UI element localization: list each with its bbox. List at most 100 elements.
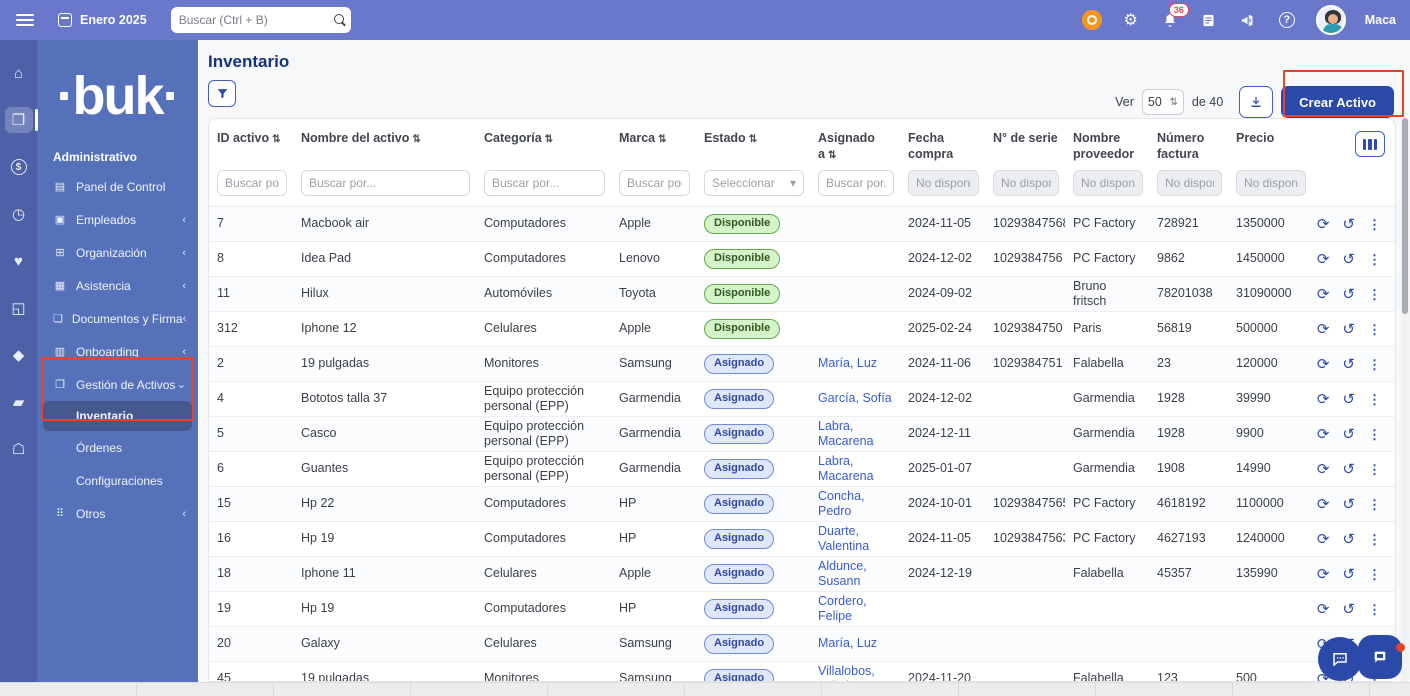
history-icon[interactable]: ↺ (1342, 602, 1355, 617)
filter-select-estado[interactable]: Seleccionar ▾ (704, 170, 804, 197)
sidebar-item--rdenes[interactable]: Órdenes (37, 431, 198, 464)
settings-gear-icon[interactable]: ⚙ (1121, 10, 1141, 30)
history-icon[interactable]: ↺ (1342, 532, 1355, 547)
history-icon[interactable]: ↺ (1342, 252, 1355, 267)
education-icon[interactable]: ◆ (5, 342, 33, 368)
filter-input-marca[interactable] (619, 170, 690, 197)
kebab-icon[interactable]: ⋮ (1368, 323, 1381, 336)
period-selector[interactable]: Enero 2025 (58, 13, 147, 27)
sync-icon[interactable]: ⟳ (1317, 392, 1330, 407)
history-icon[interactable]: ↺ (1342, 427, 1355, 442)
sort-icon[interactable]: ⇅ (658, 134, 666, 145)
sidebar-item-organizaci-n[interactable]: ⊞ Organización ‹ (37, 236, 198, 269)
assigned-person-link[interactable]: García, Sofía (818, 391, 892, 405)
filter-input-asignado-a[interactable] (818, 170, 894, 197)
asset-management-icon[interactable]: ❐ (4, 107, 38, 133)
kebab-icon[interactable]: ⋮ (1368, 218, 1381, 231)
sync-icon[interactable]: ⟳ (1317, 322, 1330, 337)
recording-icon[interactable] (1081, 10, 1102, 30)
support-widget-button[interactable] (1358, 635, 1405, 679)
sync-icon[interactable]: ⟳ (1317, 602, 1330, 617)
assigned-person-link[interactable]: Concha, Pedro (818, 489, 865, 519)
history-icon[interactable]: ↺ (1342, 497, 1355, 512)
filter-input-categor-a[interactable] (484, 170, 605, 197)
sync-icon[interactable]: ⟳ (1317, 287, 1330, 302)
sort-icon[interactable]: ⇅ (749, 134, 757, 145)
help-icon[interactable]: ? (1277, 10, 1297, 30)
assigned-person-link[interactable]: Villalobos, Valeria (818, 664, 875, 681)
column-settings-button[interactable] (1355, 131, 1385, 157)
sync-icon[interactable]: ⟳ (1317, 567, 1330, 582)
announcements-megaphone-icon[interactable] (1238, 10, 1258, 30)
history-icon[interactable]: ↺ (1342, 287, 1355, 302)
history-icon[interactable]: ↺ (1342, 567, 1355, 582)
notifications-bell-icon[interactable]: 36 (1160, 3, 1189, 30)
download-button[interactable] (1239, 86, 1274, 118)
kebab-icon[interactable]: ⋮ (1368, 498, 1381, 511)
hamburger-menu-icon[interactable] (16, 14, 34, 26)
page-size-select[interactable]: 50 ⇅ (1141, 89, 1184, 115)
filter-input-id-activo[interactable] (217, 170, 287, 197)
sync-icon[interactable]: ⟳ (1317, 462, 1330, 477)
col-header-marca[interactable]: Marca ⇅ (611, 119, 696, 164)
sidebar-item-configuraciones[interactable]: Configuraciones (37, 464, 198, 497)
sidebar-item-empleados[interactable]: ▣ Empleados ‹ (37, 203, 198, 236)
kebab-icon[interactable]: ⋮ (1368, 463, 1381, 476)
sidebar-item-asistencia[interactable]: ▦ Asistencia ‹ (37, 269, 198, 302)
assigned-person-link[interactable]: María, Luz (818, 356, 877, 370)
global-search[interactable] (170, 7, 351, 33)
time-icon[interactable]: ◷ (5, 201, 33, 227)
search-input[interactable] (178, 13, 334, 27)
vertical-scrollbar-thumb[interactable] (1402, 118, 1408, 314)
history-icon[interactable]: ↺ (1342, 462, 1355, 477)
col-header-id-activo[interactable]: ID activo ⇅ (209, 119, 293, 164)
col-header-estado[interactable]: Estado ⇅ (696, 119, 810, 164)
sort-icon[interactable]: ⇅ (828, 150, 836, 161)
kebab-icon[interactable]: ⋮ (1368, 603, 1381, 616)
sidebar-item-onboarding[interactable]: ▥ Onboarding ‹ (37, 335, 198, 368)
chat-widget-button[interactable] (1318, 637, 1362, 681)
assigned-person-link[interactable]: Labra, Macarena (818, 419, 874, 449)
user-name[interactable]: Maca (1365, 13, 1396, 27)
home-icon[interactable]: ⌂ (5, 60, 33, 86)
assigned-person-link[interactable]: Cordero, Felipe (818, 594, 867, 624)
assigned-person-link[interactable]: María, Luz (818, 636, 877, 650)
kebab-icon[interactable]: ⋮ (1368, 568, 1381, 581)
files-icon[interactable]: ▰ (5, 389, 33, 415)
user-avatar[interactable] (1315, 5, 1346, 35)
filter-button[interactable] (208, 80, 236, 107)
filter-input-nombre-del-activo[interactable] (301, 170, 470, 197)
history-icon[interactable]: ↺ (1342, 322, 1355, 337)
sidebar-item-documentos-y-firma[interactable]: ❏ Documentos y Firma ‹ (37, 302, 198, 335)
sync-icon[interactable]: ⟳ (1317, 427, 1330, 442)
assigned-person-link[interactable]: Duarte, Valentina (818, 524, 869, 554)
kebab-icon[interactable]: ⋮ (1368, 533, 1381, 546)
sidebar-item-otros[interactable]: ⠿ Otros ‹ (37, 497, 198, 530)
col-header-asignado-a[interactable]: Asignado a ⇅ (810, 119, 900, 164)
sort-icon[interactable]: ⇅ (412, 134, 420, 145)
notes-icon[interactable] (1199, 10, 1219, 30)
sort-icon[interactable]: ⇅ (545, 134, 553, 145)
assigned-person-link[interactable]: Aldunce, Susann (818, 559, 867, 589)
sync-icon[interactable]: ⟳ (1317, 497, 1330, 512)
assigned-person-link[interactable]: Labra, Macarena (818, 454, 874, 484)
history-icon[interactable]: ↺ (1342, 392, 1355, 407)
col-header-categor-a[interactable]: Categoría ⇅ (476, 119, 611, 164)
sync-icon[interactable]: ⟳ (1317, 357, 1330, 372)
sort-icon[interactable]: ⇅ (272, 134, 280, 145)
kebab-icon[interactable]: ⋮ (1368, 288, 1381, 301)
kebab-icon[interactable]: ⋮ (1368, 393, 1381, 406)
kebab-icon[interactable]: ⋮ (1368, 358, 1381, 371)
kebab-icon[interactable]: ⋮ (1368, 428, 1381, 441)
talent-icon[interactable]: ♥ (5, 248, 33, 274)
sync-icon[interactable]: ⟳ (1317, 532, 1330, 547)
kebab-icon[interactable]: ⋮ (1368, 253, 1381, 266)
create-asset-button[interactable]: Crear Activo (1281, 86, 1394, 118)
history-icon[interactable]: ↺ (1342, 217, 1355, 232)
remunerations-icon[interactable]: $ (5, 154, 33, 180)
benefits-icon[interactable]: ◱ (5, 295, 33, 321)
sidebar-item-panel-de-control[interactable]: ▤ Panel de Control (37, 170, 198, 203)
sync-icon[interactable]: ⟳ (1317, 252, 1330, 267)
sidebar-item-inventario[interactable]: Inventario (43, 401, 192, 431)
col-header-nombre-del-activo[interactable]: Nombre del activo ⇅ (293, 119, 476, 164)
